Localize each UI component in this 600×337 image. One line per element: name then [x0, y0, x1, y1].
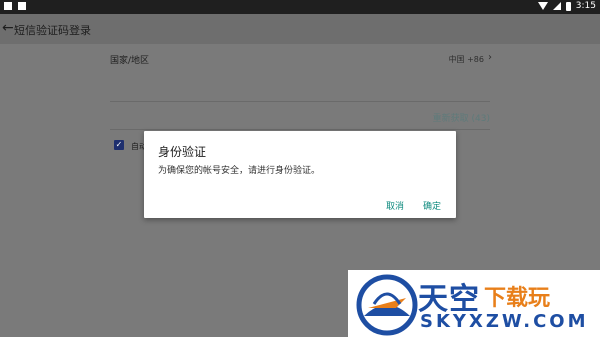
wifi-icon	[537, 2, 548, 10]
watermark-url: SKYXZW.COM	[420, 311, 589, 332]
region-label: 国家/地区	[110, 56, 150, 66]
watermark-logo-icon	[356, 274, 418, 336]
divider	[110, 129, 490, 130]
watermark-sub-text: 下载玩	[484, 286, 551, 311]
cancel-button[interactable]: 取消	[386, 199, 404, 212]
divider	[110, 101, 490, 102]
identity-verification-dialog: 身份验证 为确保您的帐号安全，请进行身份验证。 取消 确定	[144, 131, 456, 218]
android-icon	[18, 2, 26, 10]
watermark: 天空 下载玩 SKYXZW.COM	[348, 270, 600, 337]
auto-login-checkbox[interactable]: ✓	[114, 140, 124, 150]
signal-icon	[552, 2, 561, 10]
status-time: 3:15	[575, 1, 596, 11]
page-title: 短信验证码登录	[14, 24, 91, 37]
dialog-message: 为确保您的帐号安全，请进行身份验证。	[158, 166, 321, 176]
battery-icon	[565, 1, 571, 11]
app-bar: ← 短信验证码登录	[0, 14, 600, 44]
dialog-title: 身份验证	[158, 145, 207, 159]
status-bar: 3:15	[0, 0, 600, 14]
region-value[interactable]: 中国 +86	[449, 54, 484, 65]
chevron-right-icon[interactable]: ›	[488, 52, 492, 63]
back-arrow-icon[interactable]: ←	[2, 20, 14, 36]
resend-code-button[interactable]: 重新获取 (43)	[433, 111, 490, 124]
notification-icon	[4, 2, 12, 10]
confirm-button[interactable]: 确定	[423, 199, 441, 212]
